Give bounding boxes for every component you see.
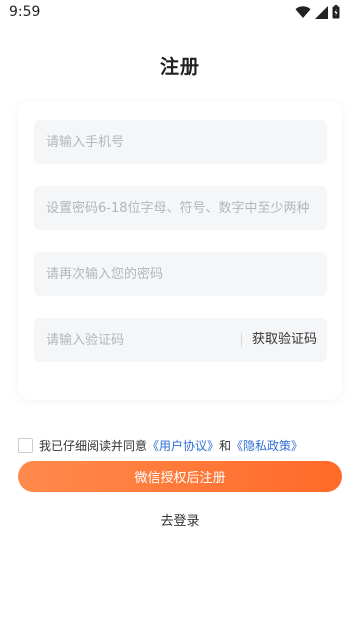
password-field (34, 186, 327, 230)
confirm-password-input[interactable] (34, 252, 327, 296)
password-input[interactable] (34, 186, 327, 230)
agreement-conjunction: 和 (219, 438, 232, 453)
user-agreement-link[interactable]: 《用户协议》 (147, 437, 219, 454)
get-code-button[interactable]: 获取验证码 (252, 318, 317, 362)
phone-field (34, 120, 327, 164)
go-login-link[interactable]: 去登录 (0, 510, 360, 529)
register-form-card: 获取验证码 (18, 102, 342, 400)
phone-input[interactable] (34, 120, 327, 164)
battery-icon (332, 4, 340, 23)
signal-icon (315, 4, 328, 23)
status-time: 9:59 (9, 4, 41, 20)
verification-code-input[interactable] (34, 318, 234, 362)
wechat-register-button[interactable]: 微信授权后注册 (18, 461, 342, 492)
status-icons (295, 4, 340, 23)
status-bar: 9:59 (0, 0, 360, 26)
verification-code-field: 获取验证码 (34, 318, 327, 362)
agreement-checkbox[interactable] (18, 437, 33, 453)
page-title: 注册 (159, 56, 200, 78)
confirm-password-field (34, 252, 327, 296)
privacy-policy-link[interactable]: 《隐私政策》 (231, 437, 303, 454)
agreement-prefix: 我已仔细阅读并同意 (39, 438, 148, 453)
wifi-icon (295, 4, 311, 23)
code-divider (241, 333, 242, 347)
agreement-row: 我已仔细阅读并同意 《用户协议》 和 《隐私政策》 (18, 436, 303, 454)
